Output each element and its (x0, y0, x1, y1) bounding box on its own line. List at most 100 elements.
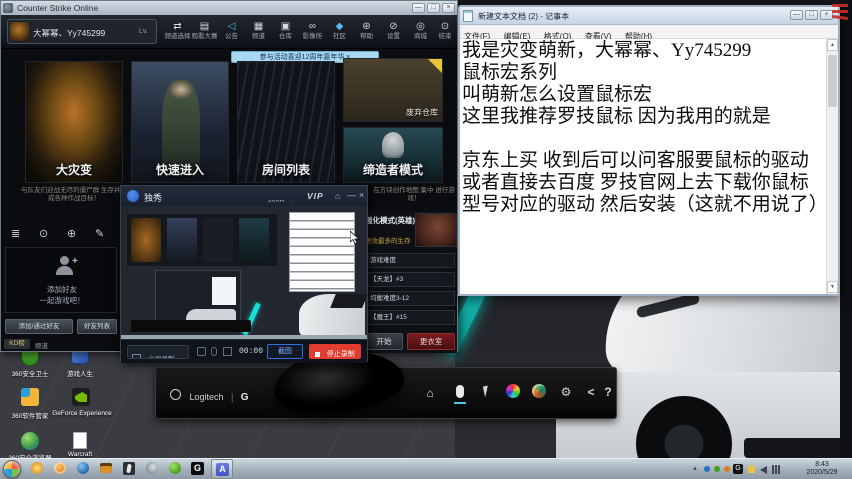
geforce-green-mark (75, 392, 87, 402)
taskbar-icon-logitech[interactable]: G (189, 461, 207, 477)
scroll-thumb[interactable] (828, 55, 837, 107)
desktop-icon-360-soft[interactable]: 360软件管家 (6, 388, 54, 430)
volume-icon[interactable] (760, 466, 767, 474)
webcam-toggle-icon[interactable] (197, 347, 206, 356)
settings-gear-icon[interactable]: ⚙ (558, 385, 574, 399)
vip-badge[interactable]: VIP (307, 191, 324, 201)
nav-shop[interactable]: ◎ 商城 (407, 21, 434, 41)
share-icon[interactable]: < (584, 385, 598, 399)
taskbar-icon-recorder[interactable] (51, 461, 69, 477)
watermark-bar (832, 10, 848, 13)
stop-recording-button[interactable]: 停止录制 (309, 344, 361, 359)
screenshot-button[interactable]: 截图 (267, 344, 303, 359)
nav-settings[interactable]: ⊘ 设置 (380, 21, 407, 41)
taskbar-icon-active-app[interactable]: A (211, 459, 233, 479)
cso-titlebar[interactable]: Counter Strike Online — □ × (1, 1, 457, 15)
clock-time: 8:43 (815, 461, 829, 468)
notepad-minimize-button[interactable]: — (790, 10, 803, 20)
swirl-icon (146, 462, 158, 474)
tray-icon-logitech[interactable]: G (733, 464, 743, 474)
player-badge[interactable]: 大幂幂、Yy745299 Lv. (7, 19, 157, 44)
pointer-settings-icon[interactable] (452, 383, 468, 405)
mode-card-quick-join[interactable]: 快速进入 (131, 61, 229, 183)
cso-close-button[interactable]: × (442, 3, 455, 13)
nav-help[interactable]: ⊛ 帮助 (353, 21, 380, 41)
add-friend-button[interactable]: 添加/通过好友 (5, 319, 73, 334)
preview-notepad (289, 212, 355, 292)
notepad-text-area[interactable]: 我是灾变萌新，大幂幂、Yy745299 鼠标宏系列 叫萌新怎么设置鼠标宏 这里我… (460, 39, 826, 294)
cso-maximize-button[interactable]: □ (427, 3, 440, 13)
taskbar-icon-toolbox[interactable] (97, 461, 115, 477)
a-square-icon: A (216, 463, 229, 476)
desktop-icon-360-browser[interactable]: 360安全浏览器 (6, 432, 54, 462)
locker-room-button[interactable]: 更衣室 (407, 333, 455, 350)
rgb-lighting-icon[interactable] (506, 384, 520, 398)
desktop-icon-label: GeForce Experience (52, 410, 112, 417)
kd-rank-badge[interactable]: KD榜 (4, 339, 30, 349)
nav-storage[interactable]: ▣ 仓库 (272, 21, 299, 41)
friend-group-icon[interactable]: ⊕ (67, 227, 76, 240)
nested-mini-notepad (212, 277, 236, 305)
desktop-icon-warcraft[interactable]: Warcraft (56, 432, 104, 458)
recorder-minimize-button[interactable]: — (347, 190, 356, 200)
taskbar-icon-game[interactable] (28, 461, 46, 477)
tray-icon-orange[interactable] (724, 466, 730, 472)
taskbar-icon-green-app[interactable] (166, 461, 184, 477)
mode-row-balanced[interactable]: 均衡难度3-12 (365, 291, 455, 306)
notepad-titlebar[interactable]: 新建文本文档 (2) - 记事本 — □ × (460, 7, 838, 25)
nav-announcement[interactable]: ◁ 公告 (218, 21, 245, 41)
start-game-button[interactable]: 开始 (365, 333, 403, 350)
scroll-down-arrow[interactable]: ▼ (827, 281, 838, 293)
mode-row-demon-king[interactable]: 【魔王】#15 (365, 310, 455, 325)
mode-card-warehouse[interactable]: 废弃仓库 (343, 58, 443, 122)
recorder-home-icon[interactable]: ⌂ (335, 191, 340, 201)
taskbar-icon-counter-strike[interactable] (120, 461, 138, 477)
friend-list-button[interactable]: 好友列表 (77, 319, 117, 334)
mode-card-room-list[interactable]: 房间列表 (237, 61, 335, 183)
nav-watch-match[interactable]: ▤ 观看大赛 (191, 21, 218, 41)
nav-channel[interactable]: ▦ 频道 (245, 21, 272, 41)
nav-exit[interactable]: ⊙ 结束 (434, 21, 456, 41)
cso-minimize-button[interactable]: — (412, 3, 425, 13)
desktop-icon-label: 360安全卫士 (11, 371, 49, 378)
start-button[interactable] (3, 460, 21, 478)
nav-community[interactable]: ◆ 社区 (326, 21, 353, 41)
tray-icon-blue[interactable] (704, 466, 710, 472)
watermark-bar (832, 4, 848, 7)
notepad-maximize-button[interactable]: □ (805, 10, 818, 20)
tray-icon-yellow[interactable] (748, 466, 755, 473)
nav-channel-select[interactable]: ⇄ 频道选择 (164, 21, 191, 41)
mode-row-tianlong[interactable]: 【天龙】#3 (365, 272, 455, 287)
notepad-scrollbar[interactable]: ▲ ▼ (826, 39, 838, 294)
recorder-close-button[interactable]: × (359, 190, 364, 200)
mode-card-creator[interactable]: 缔造者模式 (343, 127, 443, 183)
preview-lgs-bar (131, 320, 251, 332)
tray-icon-green[interactable] (714, 466, 720, 472)
mode-card-catastrophe[interactable]: 大灾变 (25, 61, 123, 183)
mode-row-difficulty[interactable]: 游戏难度 (365, 253, 455, 268)
cursor-settings-icon[interactable] (480, 384, 496, 400)
taskbar-icon-browser[interactable] (74, 461, 92, 477)
capture-source-dropdown[interactable]: 全屏录制 ∨ (127, 345, 189, 359)
friend-list-icon[interactable]: ≣ (11, 227, 20, 240)
scroll-up-arrow[interactable]: ▲ (827, 39, 838, 51)
taskbar-icon-ie[interactable] (143, 461, 161, 477)
profile-art-icon[interactable] (532, 384, 546, 398)
friend-person-icon[interactable]: ⊙ (39, 227, 48, 240)
taskbar-clock[interactable]: 8:43 2020/5/29 (796, 461, 848, 478)
tray-expand-arrow[interactable]: ▴ (690, 464, 700, 472)
channel-footer-label[interactable]: 频道 (35, 340, 48, 350)
home-icon[interactable]: ⌂ (422, 386, 438, 400)
desktop-icon-geforce[interactable]: GeForce Experience (52, 388, 112, 430)
quality-dropdown[interactable]: 480P ∨ (267, 192, 301, 202)
friend-edit-icon[interactable]: ✎ (95, 227, 104, 240)
creator-figure-art (382, 132, 404, 158)
speaker-toggle-icon[interactable] (223, 347, 232, 356)
screen-right-edge (840, 0, 852, 458)
help-icon[interactable]: ? (602, 385, 614, 399)
settings-icon: ⊘ (389, 21, 398, 32)
recorder-titlebar[interactable]: 独秀 480P ∨ VIP ⌂ — × (121, 186, 367, 206)
nav-replay[interactable]: ∞ 影像所 (299, 21, 326, 41)
mic-toggle-icon[interactable] (211, 347, 217, 356)
network-icon[interactable] (772, 465, 782, 474)
